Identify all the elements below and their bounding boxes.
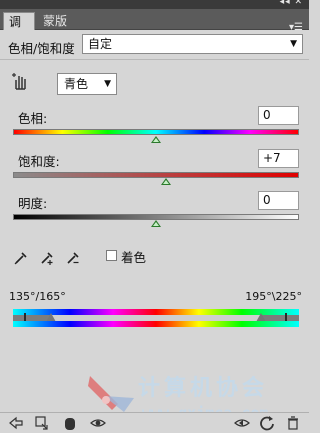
back-arrow-icon[interactable] bbox=[8, 415, 24, 431]
tab-masks[interactable]: 蒙版 bbox=[38, 12, 72, 30]
range-right-values: 195°\225° bbox=[245, 290, 302, 303]
view-previous-icon[interactable] bbox=[234, 415, 250, 431]
eyedropper-plus-icon[interactable] bbox=[39, 250, 55, 266]
hue-saturation-panel: 色相/饱和度 自定 ▼ 青色 ▼ 色相: 0 饱和度: +7 明度: 0 着色 … bbox=[0, 30, 309, 422]
trash-icon[interactable] bbox=[285, 415, 301, 431]
preset-title: 色相/饱和度 bbox=[8, 41, 75, 56]
hue-input[interactable]: 0 bbox=[258, 106, 299, 125]
collapse-icon[interactable]: ◂◂ ✕ bbox=[280, 0, 303, 7]
eyedropper-icon[interactable] bbox=[13, 250, 29, 266]
hue-slider-track[interactable] bbox=[13, 129, 299, 135]
colorize-checkbox[interactable] bbox=[106, 250, 117, 261]
chevron-down-icon: ▼ bbox=[104, 79, 111, 89]
lightness-slider-thumb[interactable] bbox=[151, 220, 161, 227]
clip-to-layer-icon[interactable] bbox=[34, 415, 50, 431]
reset-icon[interactable] bbox=[259, 415, 275, 431]
colorize-label: 着色 bbox=[121, 250, 147, 265]
saturation-input[interactable]: +7 bbox=[258, 149, 299, 168]
saturation-slider-thumb[interactable] bbox=[161, 178, 171, 185]
range-left-values: 135°/165° bbox=[9, 290, 66, 303]
panel-tab-bar: 调整 蒙版 ▾☰ bbox=[0, 9, 309, 47]
mask-icon[interactable] bbox=[62, 415, 78, 431]
preset-dropdown-value: 自定 bbox=[88, 37, 113, 51]
panel-title-bar: ◂◂ ✕ bbox=[0, 0, 309, 9]
saturation-slider-track[interactable] bbox=[13, 172, 299, 178]
tab-adjustments[interactable]: 调整 bbox=[3, 12, 35, 47]
visibility-eye-icon[interactable] bbox=[90, 415, 106, 431]
channel-dropdown[interactable]: 青色 ▼ bbox=[57, 73, 117, 95]
lightness-input[interactable]: 0 bbox=[258, 191, 299, 210]
panel-bottom-toolbar bbox=[0, 412, 309, 433]
result-spectrum-bar bbox=[13, 321, 299, 327]
hue-slider-thumb[interactable] bbox=[151, 136, 161, 143]
watermark-title: 计算机协会 bbox=[138, 376, 269, 401]
lightness-label: 明度: bbox=[18, 196, 48, 211]
saturation-label: 饱和度: bbox=[18, 154, 60, 169]
hand-target-icon[interactable] bbox=[10, 71, 32, 91]
channel-dropdown-value: 青色 bbox=[64, 77, 89, 91]
divider bbox=[0, 59, 309, 60]
eyedropper-minus-icon[interactable] bbox=[65, 250, 81, 266]
chevron-down-icon: ▼ bbox=[290, 39, 297, 49]
hue-label: 色相: bbox=[18, 111, 48, 126]
preset-dropdown[interactable]: 自定 ▼ bbox=[82, 34, 303, 54]
